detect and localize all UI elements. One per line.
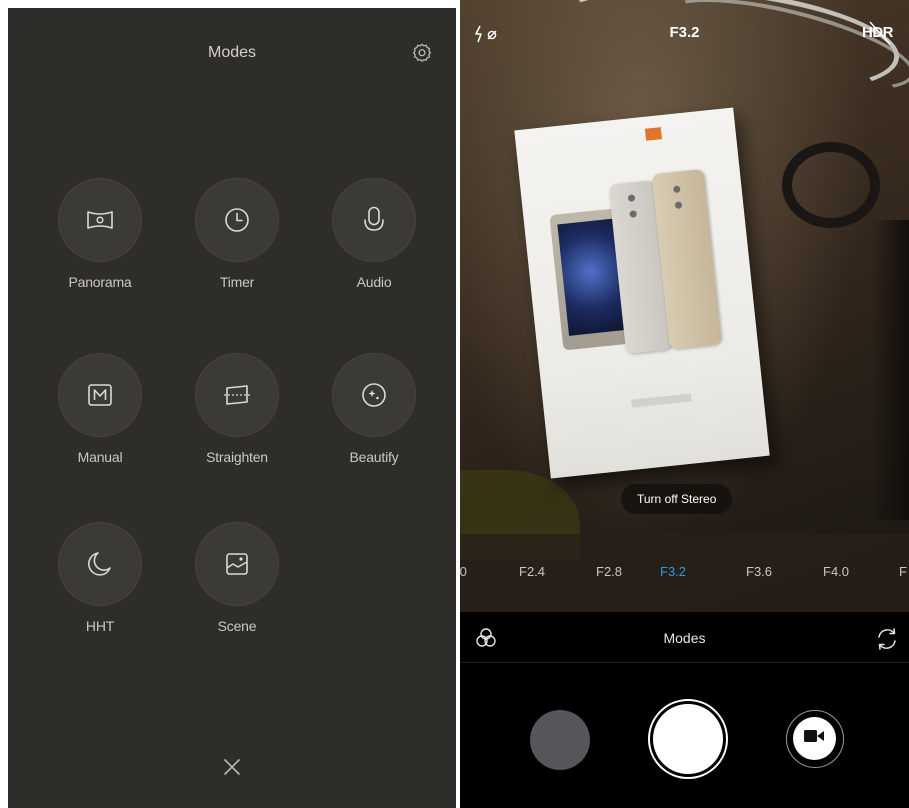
hdr-off-slash-icon: [869, 21, 891, 45]
mode-panorama[interactable]: Panorama: [45, 178, 155, 318]
gear-icon[interactable]: [411, 42, 433, 64]
camera-controls-bar: Modes: [460, 612, 909, 662]
shutter-button[interactable]: [653, 704, 723, 774]
mode-circle: [332, 178, 416, 262]
mode-label: HHT: [85, 618, 115, 634]
fstop-option[interactable]: F2.4: [519, 564, 545, 579]
panorama-icon: [87, 211, 113, 229]
camera-view: F3.2 HDR Turn off Stereo .0 F2.4 F2.8 F3…: [460, 0, 909, 808]
mode-label: Straighten: [206, 449, 268, 465]
mode-manual[interactable]: Manual: [45, 353, 155, 493]
viewfinder-shadow: [870, 220, 909, 520]
clock-icon: [225, 208, 249, 232]
mode-beautify[interactable]: Beautify: [319, 353, 429, 493]
viewfinder-phone-box: [514, 107, 770, 479]
aperture-value[interactable]: F3.2: [460, 24, 909, 41]
mode-circle: [58, 353, 142, 437]
moon-icon: [88, 552, 111, 576]
mode-hht[interactable]: HHT: [45, 522, 155, 662]
mode-label: Scene: [217, 618, 257, 634]
manual-m-icon: [88, 384, 112, 406]
aperture-selector[interactable]: .0 F2.4 F2.8 F3.2 F3.6 F4.0 F: [460, 534, 909, 612]
modes-button[interactable]: [640, 620, 730, 654]
mode-circle: [195, 178, 279, 262]
box-brand-logo: [644, 127, 663, 141]
switch-camera-icon[interactable]: [874, 626, 900, 652]
mode-audio[interactable]: Audio: [319, 178, 429, 318]
mode-circle: [332, 353, 416, 437]
mode-circle: [195, 522, 279, 606]
stereo-toast[interactable]: Turn off Stereo: [621, 484, 733, 514]
fstop-option-selected[interactable]: F3.2: [660, 564, 686, 579]
scene-icon: [226, 553, 248, 575]
fstop-option[interactable]: .0: [460, 564, 467, 579]
fstop-option[interactable]: F3.6: [746, 564, 772, 579]
video-camera-icon: [804, 730, 824, 742]
mode-circle: [58, 522, 142, 606]
box-print: [631, 393, 692, 408]
filters-icon[interactable]: [474, 626, 498, 650]
mode-circle: [58, 178, 142, 262]
mode-label: Beautify: [349, 449, 399, 465]
viewfinder-hair-tie: [782, 142, 880, 228]
mode-label: Panorama: [68, 274, 132, 290]
mode-label: Manual: [77, 449, 123, 465]
modes-panel: Modes Panorama Timer Audio Manual Straig…: [8, 8, 456, 808]
beautify-icon: [362, 383, 386, 407]
mode-scene[interactable]: Scene: [182, 522, 292, 662]
fstop-option[interactable]: F2.8: [596, 564, 622, 579]
video-mode-button[interactable]: [786, 710, 844, 768]
modes-panel-title: Modes: [207, 44, 257, 61]
mode-circle: [195, 353, 279, 437]
mode-label: Timer: [219, 274, 255, 290]
shutter-bar: [460, 663, 909, 808]
fstop-option[interactable]: F: [899, 564, 907, 579]
close-icon[interactable]: [220, 755, 244, 779]
mode-timer[interactable]: Timer: [182, 178, 292, 318]
microphone-icon: [364, 206, 384, 231]
gallery-thumbnail[interactable]: [530, 710, 590, 770]
straighten-icon: [224, 385, 250, 405]
fstop-option[interactable]: F4.0: [823, 564, 849, 579]
mode-straighten[interactable]: Straighten: [182, 353, 292, 493]
mode-label: Audio: [356, 274, 392, 290]
camera-viewfinder[interactable]: F3.2 HDR Turn off Stereo .0 F2.4 F2.8 F3…: [460, 0, 909, 612]
camera-top-bar: F3.2 HDR: [460, 0, 909, 62]
